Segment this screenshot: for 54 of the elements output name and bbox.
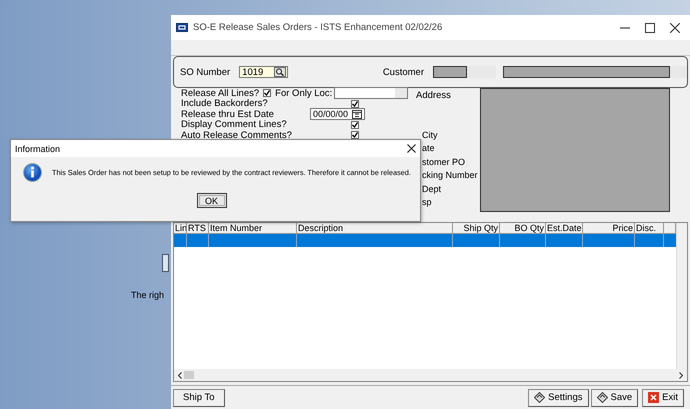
column-header[interactable]: Est.Date	[546, 223, 583, 234]
save-button[interactable]: Save	[590, 388, 638, 406]
option-label: Release thru Est Date	[181, 108, 275, 120]
column-header[interactable]: BO Qty	[500, 223, 546, 234]
option-label: Release All Lines?	[181, 88, 260, 99]
column-header[interactable]: Item Number	[209, 223, 297, 234]
column-header[interactable]: Disc.	[635, 223, 664, 234]
checkbox[interactable]	[351, 120, 359, 129]
field-label: City	[422, 130, 438, 142]
scroll-left-icon[interactable]	[178, 372, 182, 378]
customer-label: Customer	[382, 66, 424, 78]
column-header[interactable]: Description	[297, 223, 453, 234]
partial-button[interactable]	[162, 254, 169, 272]
option-label: Display Comment Lines?	[181, 119, 288, 130]
search-icon[interactable]	[274, 67, 286, 77]
so-number-field[interactable]: 1019	[239, 66, 288, 78]
option-label: Auto Release Comments?	[181, 130, 293, 141]
close-icon[interactable]	[670, 22, 680, 32]
checkbox[interactable]	[351, 100, 359, 108]
exit-icon	[648, 392, 660, 403]
location-field[interactable]	[334, 87, 408, 100]
field-label: Dept	[422, 184, 442, 196]
column-header[interactable]: Ship Qty	[453, 223, 500, 234]
scrollbar[interactable]	[174, 369, 687, 381]
scrollbar[interactable]	[676, 223, 687, 369]
diamond-icon	[596, 392, 608, 403]
dialog-title: Information	[15, 144, 60, 154]
column-header[interactable]: Price	[583, 223, 635, 234]
scroll-thumb[interactable]	[184, 371, 194, 379]
maximize-icon[interactable]	[645, 22, 655, 32]
exit-button[interactable]: Exit	[642, 388, 684, 406]
background-text: The righ	[131, 290, 164, 300]
app-icon	[176, 23, 188, 32]
location-label: For Only Loc:	[275, 88, 332, 99]
window-title: SO-E Release Sales Orders - ISTS Enhancement 02/02/26	[193, 22, 444, 33]
field-label: sp	[422, 196, 433, 209]
scroll-right-icon[interactable]	[679, 372, 683, 378]
field-label: ate	[422, 143, 436, 156]
date-field[interactable]: 00/00/00	[310, 108, 365, 120]
column-header[interactable]: RTS	[187, 223, 209, 234]
info-icon	[23, 163, 42, 182]
ship-to-button[interactable]: Ship To	[173, 388, 225, 406]
settings-button[interactable]: Settings	[528, 388, 588, 406]
close-icon[interactable]	[407, 144, 416, 153]
option-label: Include Backorders?	[181, 98, 269, 110]
address-label: Address	[416, 90, 451, 101]
checkbox[interactable]	[263, 89, 272, 98]
ok-button[interactable]: OK	[196, 193, 226, 208]
field-label: cking Number	[422, 170, 478, 182]
checkbox[interactable]	[351, 131, 359, 140]
diamond-icon	[534, 392, 546, 403]
calendar-icon[interactable]	[352, 110, 362, 119]
field-label: stomer PO	[422, 156, 466, 169]
so-number-label: SO Number	[180, 66, 230, 78]
